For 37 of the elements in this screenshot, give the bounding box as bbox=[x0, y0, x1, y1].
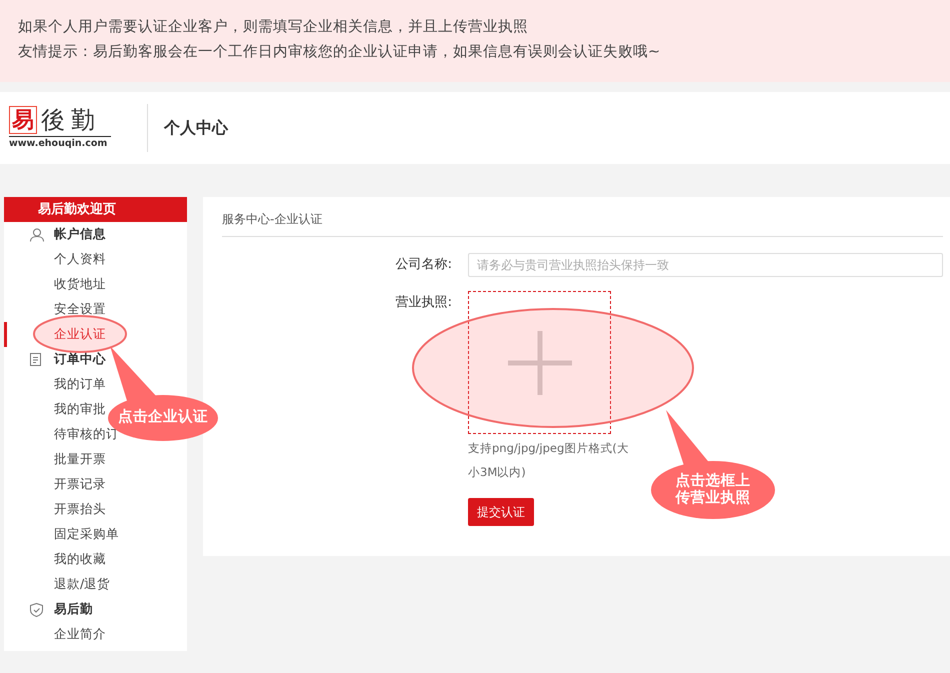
document-icon bbox=[30, 353, 41, 366]
sidebar-item[interactable]: 我的订单 bbox=[54, 376, 106, 393]
notice-text: 如果个人用户需要认证企业客户，则需填写企业相关信息，并且上传营业执照 bbox=[18, 18, 529, 37]
plus-icon bbox=[508, 330, 572, 394]
sidebar-group-title: 易后勤 bbox=[54, 601, 93, 618]
sidebar-banner[interactable]: 易后勤欢迎页 bbox=[4, 197, 187, 222]
sidebar-item[interactable]: 开票抬头 bbox=[54, 501, 106, 518]
callout-text: 点击选框上传营业执照 bbox=[674, 473, 752, 507]
sidebar-item[interactable]: 收货地址 bbox=[54, 276, 106, 293]
sidebar-group-title: 帐户信息 bbox=[54, 226, 106, 243]
sidebar-group-title: 订单中心 bbox=[54, 351, 106, 368]
page-title: 个人中心 bbox=[164, 118, 228, 138]
sidebar-item[interactable]: 个人资料 bbox=[54, 251, 106, 268]
field-label: 公司名称: bbox=[396, 256, 452, 274]
sidebar-item[interactable]: 固定采购单 bbox=[54, 526, 119, 543]
logo-text: 後勤 bbox=[41, 106, 101, 134]
notice-text: 友情提示：易后勤客服会在一个工作日内审核您的企业认证申请，如果信息有误则会认证失败哦~ bbox=[18, 42, 662, 62]
logo-url: www.ehouqin.com bbox=[9, 137, 108, 150]
sidebar-item[interactable]: 我的收藏 bbox=[54, 551, 106, 568]
shield-icon bbox=[30, 602, 43, 616]
company-name-field[interactable]: 请务必与贵司营业执照抬头保持一致 bbox=[468, 253, 943, 277]
sidebar-item[interactable]: 我的审批 bbox=[54, 401, 106, 418]
sidebar-item[interactable]: 批量开票 bbox=[54, 451, 106, 468]
upload-box[interactable] bbox=[468, 291, 611, 434]
submit-button[interactable]: 提交认证 bbox=[468, 498, 534, 526]
sidebar-item[interactable]: 退款/退货 bbox=[54, 576, 110, 593]
user-icon bbox=[30, 228, 44, 242]
sidebar-item[interactable]: 企业简介 bbox=[54, 626, 106, 643]
sidebar-item[interactable]: 开票记录 bbox=[54, 476, 106, 493]
callout-text: 点击企业认证 bbox=[117, 409, 209, 426]
breadcrumb: 服务中心-企业认证 bbox=[222, 197, 943, 237]
sidebar-item[interactable]: 安全设置 bbox=[54, 301, 106, 318]
selection-bar bbox=[4, 322, 7, 347]
sidebar-item[interactable]: 企业认证 bbox=[54, 326, 106, 343]
logo-mark: 易 bbox=[9, 106, 37, 134]
upload-hint: 支持png/jpg/jpeg图片格式(大小3M以内) bbox=[468, 440, 630, 481]
field-label: 营业执照: bbox=[396, 294, 452, 312]
